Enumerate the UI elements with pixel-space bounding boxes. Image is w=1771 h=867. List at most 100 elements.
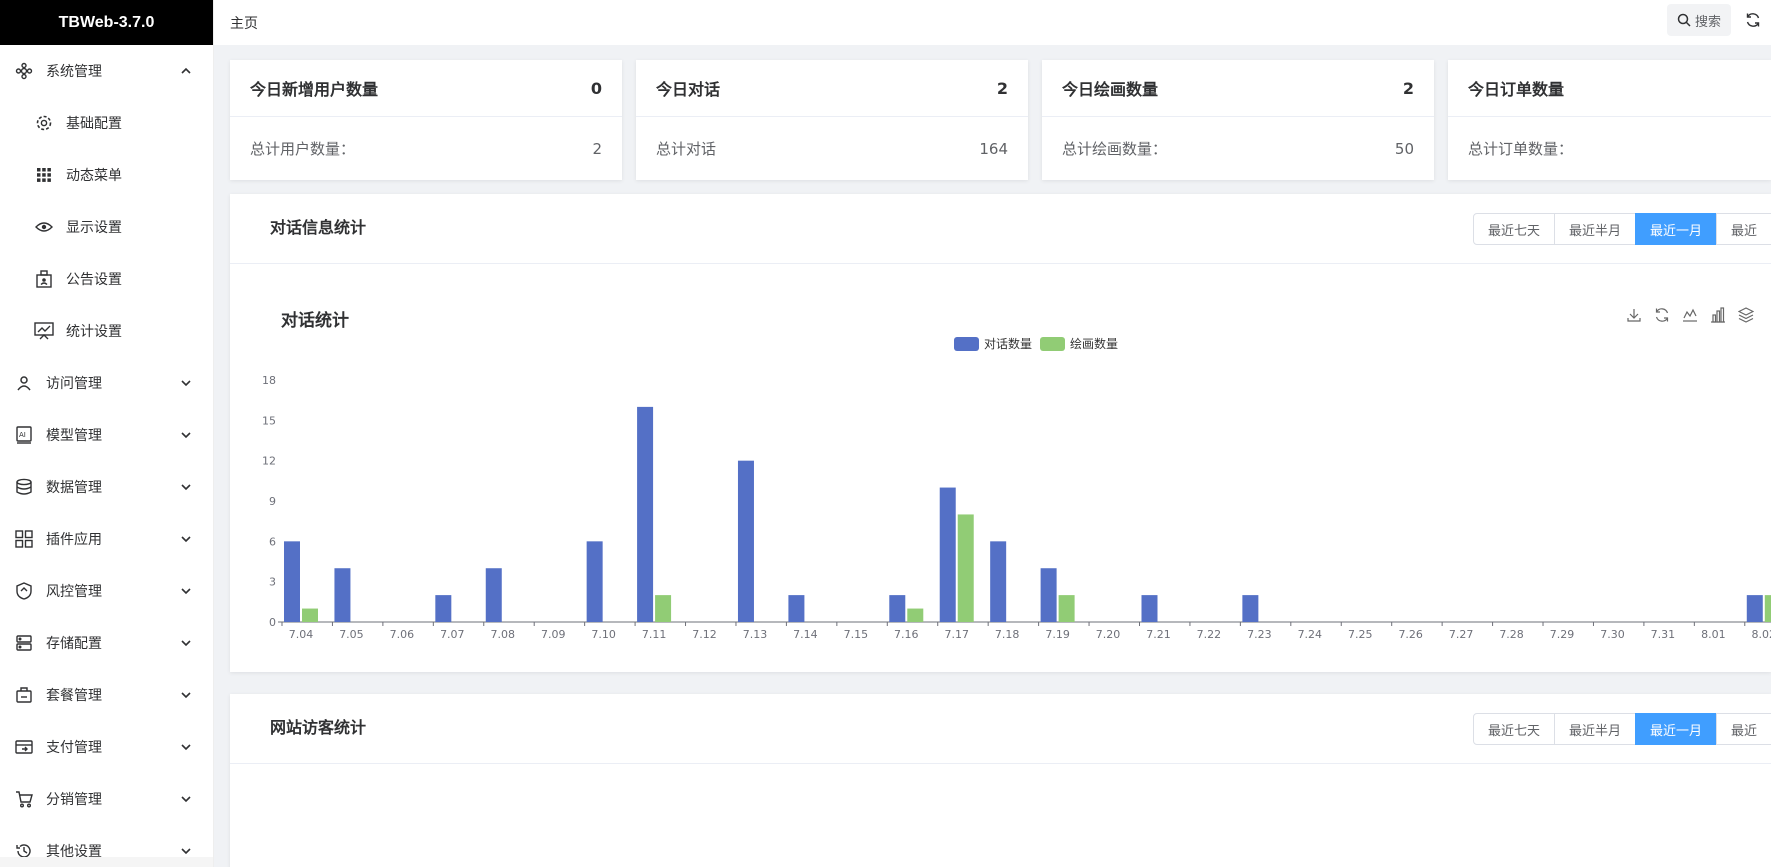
x-tick-label: 7.10	[591, 628, 616, 641]
x-tick-label: 8.02	[1752, 628, 1771, 641]
refresh-button[interactable]	[1743, 10, 1763, 30]
bar-drawings[interactable]	[957, 514, 974, 622]
sidebar-item-display-settings[interactable]: 显示设置	[0, 201, 213, 253]
plugin-icon	[14, 529, 34, 549]
x-tick-label: 7.23	[1247, 628, 1272, 641]
x-tick-label: 7.27	[1449, 628, 1474, 641]
bar-chats[interactable]	[1242, 595, 1259, 622]
database-icon	[14, 477, 34, 497]
top-header: 主页 搜索	[214, 0, 1771, 45]
sidebar-item-data[interactable]: 数据管理	[0, 461, 213, 513]
sidebar-item-storage[interactable]: 存储配置	[0, 617, 213, 669]
sidebar-item-label: 显示设置	[66, 220, 122, 236]
range-one-month-button[interactable]: 最近一月	[1635, 713, 1718, 745]
sidebar-item-stats-settings[interactable]: 统计设置	[0, 305, 213, 357]
y-tick-label: 18	[262, 374, 276, 387]
sidebar-item-access[interactable]: 访问管理	[0, 357, 213, 409]
sidebar-item-label: 公告设置	[66, 272, 122, 288]
search-label: 搜索	[1694, 14, 1721, 30]
x-tick-label: 7.19	[1045, 628, 1070, 641]
bar-drawings[interactable]	[655, 595, 672, 622]
bar-chats[interactable]	[990, 541, 1007, 622]
bar-drawings[interactable]	[302, 608, 318, 622]
x-tick-label: 7.15	[844, 628, 869, 641]
sidebar-item-label: 模型管理	[46, 428, 102, 444]
chevron-down-icon	[179, 636, 193, 650]
x-tick-label: 7.20	[1096, 628, 1121, 641]
x-tick-label: 7.14	[793, 628, 818, 641]
sidebar-scrollbar[interactable]	[0, 857, 213, 867]
sidebar-item-notice-settings[interactable]: 公告设置	[0, 253, 213, 305]
search-icon	[1677, 13, 1691, 27]
bar-chats[interactable]	[485, 568, 502, 622]
range-7-days-button[interactable]: 最近七天	[1473, 713, 1556, 745]
sidebar-item-label: 支付管理	[46, 740, 102, 756]
bar-chats[interactable]	[788, 595, 805, 622]
breadcrumb[interactable]: 主页	[230, 13, 258, 33]
panel-title: 网站访客统计	[270, 718, 367, 737]
card-title: 今日订单数量	[1468, 80, 1565, 99]
sidebar-item-risk-control[interactable]: 风控管理	[0, 565, 213, 617]
chat-bar-chart: 0 3 6 9 12 15 18 7.04 7.05 7.06 7.07 7.08 7.09 7.10 7.…	[262, 374, 1771, 641]
x-tick-label: 7.21	[1146, 628, 1171, 641]
sidebar-item-packages[interactable]: 套餐管理	[0, 669, 213, 721]
y-tick-label: 15	[262, 414, 276, 427]
sidebar-item-basic-config[interactable]: 基础配置	[0, 97, 213, 149]
sidebar-item-model[interactable]: AI 模型管理	[0, 409, 213, 461]
x-tick-label: 7.30	[1600, 628, 1625, 641]
card-total-label: 总计订单数量：	[1468, 140, 1574, 158]
bar-chats[interactable]	[586, 541, 603, 622]
payment-icon	[14, 737, 34, 757]
range-selector: 最近七天 最近半月 最近一月 最近	[1473, 713, 1771, 745]
bar-chats[interactable]	[889, 595, 906, 622]
bar-chats[interactable]	[435, 595, 452, 622]
bar-drawings[interactable]	[907, 608, 924, 622]
bar-chats[interactable]	[1040, 568, 1057, 622]
search-button[interactable]: 搜索	[1667, 4, 1731, 36]
bar-chats[interactable]	[637, 406, 654, 622]
y-tick-label: 6	[269, 535, 276, 548]
sidebar-item-system[interactable]: 系统管理	[0, 45, 213, 97]
x-tick-label: 7.18	[995, 628, 1020, 641]
sidebar-item-dynamic-menu[interactable]: 动态菜单	[0, 149, 213, 201]
bar-drawings[interactable]	[1764, 595, 1771, 622]
bar-drawings[interactable]	[1058, 595, 1075, 622]
card-today-value: 2	[1402, 78, 1414, 98]
shield-icon	[14, 581, 34, 601]
bar-chats[interactable]	[284, 541, 300, 622]
sidebar-item-label: 存储配置	[46, 636, 102, 652]
bar-chats[interactable]	[939, 487, 956, 622]
x-tick-label: 7.12	[692, 628, 717, 641]
bar-chats[interactable]	[1746, 595, 1763, 622]
bar-chats[interactable]	[1141, 595, 1158, 622]
cart-icon	[14, 789, 34, 809]
sidebar-item-payment[interactable]: 支付管理	[0, 721, 213, 773]
x-tick-label: 7.25	[1348, 628, 1373, 641]
range-half-month-button[interactable]: 最近半月	[1554, 713, 1637, 745]
card-today-value: 0	[590, 78, 602, 98]
ai-model-icon: AI	[14, 425, 34, 445]
card-total-label: 总计用户数量：	[250, 140, 356, 158]
eye-icon	[34, 217, 54, 237]
user-icon	[14, 373, 34, 393]
sidebar-item-plugins[interactable]: 插件应用	[0, 513, 213, 565]
sidebar-item-label: 访问管理	[46, 376, 102, 392]
x-tick-label: 7.28	[1499, 628, 1524, 641]
x-tick-label: 7.13	[743, 628, 768, 641]
x-tick-label: 7.07	[440, 628, 465, 641]
sidebar-item-label: 系统管理	[46, 64, 102, 80]
chevron-up-icon	[179, 64, 193, 78]
chevron-down-icon	[179, 844, 193, 858]
chevron-down-icon	[179, 740, 193, 754]
x-tick-label: 7.29	[1550, 628, 1575, 641]
y-tick-label: 3	[269, 576, 276, 589]
x-tick-label: 7.09	[541, 628, 566, 641]
y-tick-label: 0	[269, 616, 276, 629]
range-more-button[interactable]: 最近	[1716, 713, 1771, 745]
sidebar-item-label: 分销管理	[46, 792, 102, 808]
sidebar-item-distribution[interactable]: 分销管理	[0, 773, 213, 825]
chevron-down-icon	[179, 428, 193, 442]
bar-chats[interactable]	[334, 568, 351, 622]
bar-chats[interactable]	[737, 460, 754, 622]
stat-card-new-users: 今日新增用户数量 0 总计用户数量： 2	[230, 60, 622, 180]
